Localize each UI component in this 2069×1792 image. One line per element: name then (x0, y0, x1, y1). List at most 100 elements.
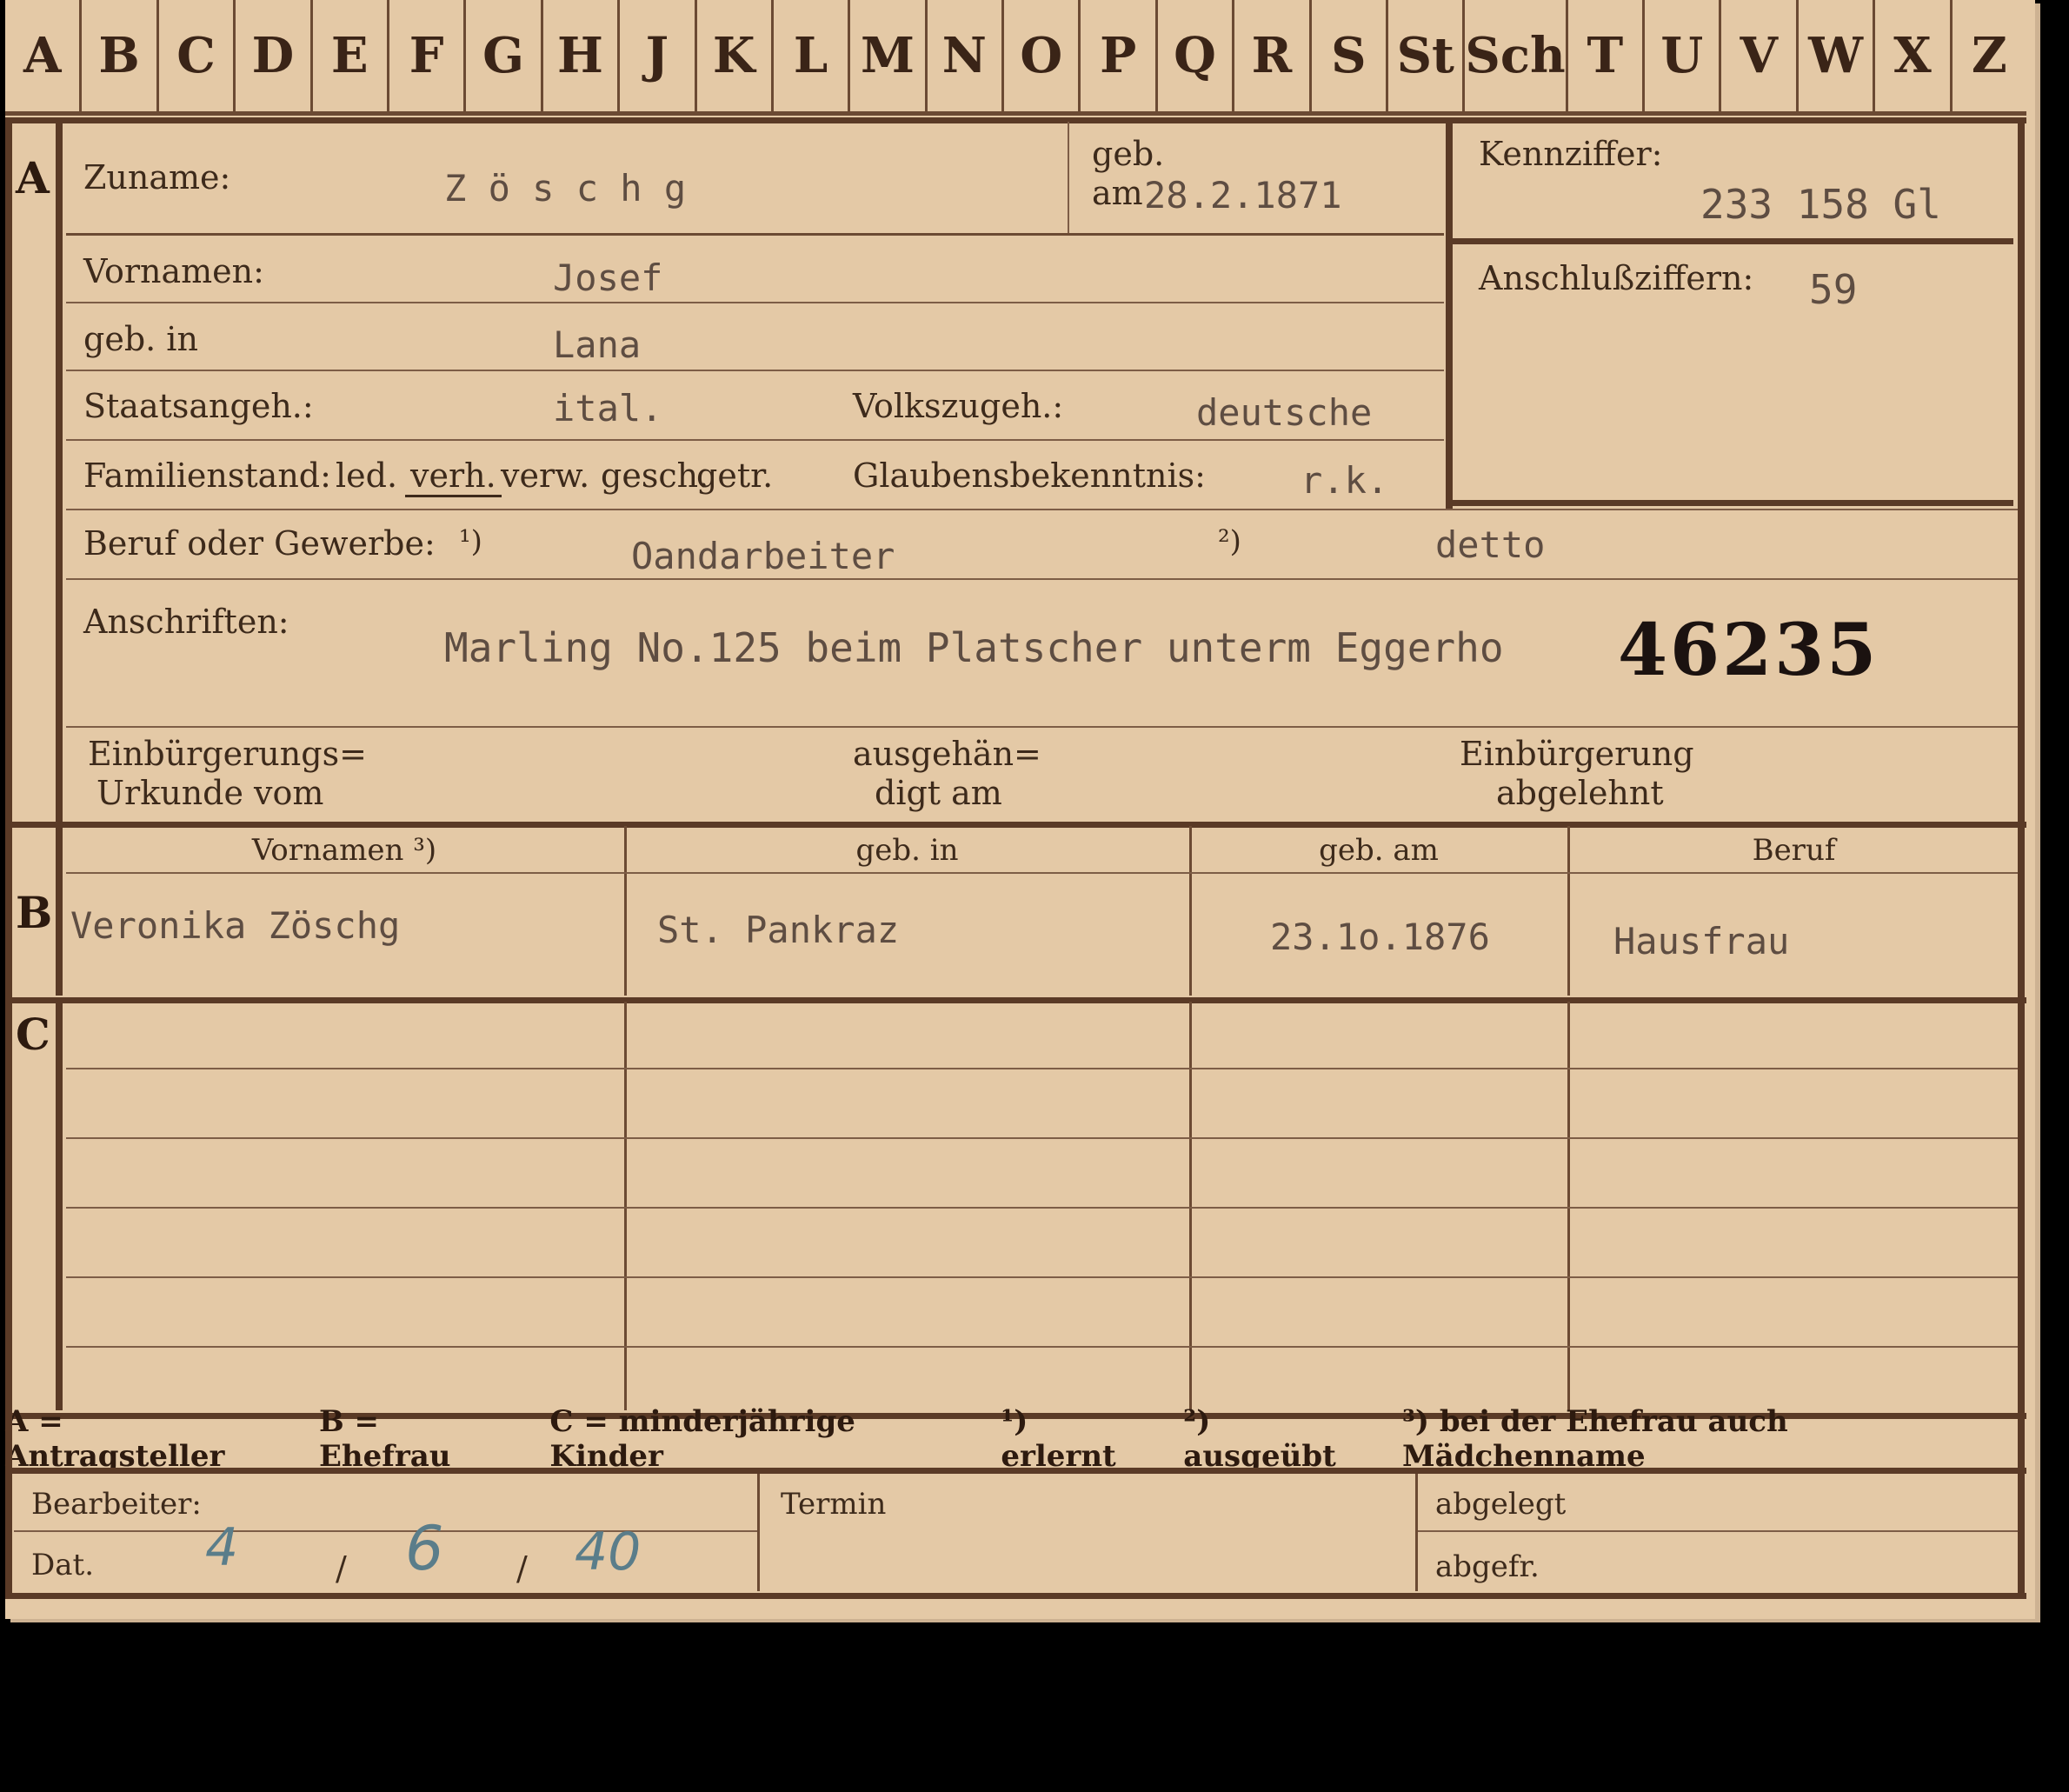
address-value: Marling No.125 beim Platscher unterm Egg… (444, 624, 1504, 671)
tab-d[interactable]: D (236, 0, 313, 111)
tab-f[interactable]: F (389, 0, 467, 111)
first-names-value: Josef (553, 256, 663, 299)
tab-sch[interactable]: Sch (1465, 0, 1568, 111)
spouse-occupation-value: Hausfrau (1613, 920, 1790, 963)
id-box-left-rule (1446, 122, 1453, 509)
section-c-top-rule (5, 997, 2026, 1003)
marital-option-widowed: verw. (501, 456, 590, 495)
tab-z[interactable]: Z (1953, 0, 2026, 111)
handwritten-year: 40 (575, 1522, 642, 1582)
tab-k[interactable]: K (697, 0, 774, 111)
marital-option-single: led. (336, 456, 398, 495)
section-letter-column-rule (56, 122, 63, 822)
legend-note-3: ³) bei der Ehefrau auch Mädchenname (1402, 1404, 1788, 1474)
id-box-bottom-rule (1448, 500, 2013, 506)
legend-b: B = Ehefrau (318, 1404, 451, 1474)
clerk-label: Bearbeiter: (31, 1487, 202, 1522)
spouse-first-names-value: Veronika Zöschg (70, 904, 401, 947)
ethnicity-label: Volkszugeh.: (853, 387, 1064, 425)
footer-rule (14, 1530, 757, 1532)
connection-label: Anschlußziffern: (1479, 259, 1754, 297)
children-row-rule (66, 1276, 2018, 1278)
tab-j[interactable]: J (620, 0, 697, 111)
religion-value: r.k. (1301, 459, 1389, 502)
tab-u[interactable]: U (1645, 0, 1722, 111)
footer-rule (1418, 1530, 2022, 1532)
date-separator: / (516, 1549, 528, 1588)
row-rule (66, 233, 1444, 236)
tab-s[interactable]: S (1312, 0, 1389, 111)
card-left-rule (5, 117, 12, 1595)
children-row-rule (66, 1137, 2018, 1139)
tab-g[interactable]: G (466, 0, 543, 111)
spouse-header-first-names: Vornamen ³) (251, 833, 437, 868)
handed-over-label-1: ausgehän= (853, 735, 1041, 773)
registration-card: A B C D E F G H J K L M N O P Q R S St S… (5, 0, 2035, 1619)
naturalization-label-1: Einbürgerungs= (88, 735, 367, 773)
card-bottom-rule (5, 1593, 2026, 1599)
legend-note-2: ²) ausgeübt (1183, 1404, 1336, 1474)
citizenship-value: ital. (553, 387, 663, 430)
tab-r[interactable]: R (1234, 0, 1312, 111)
tab-t[interactable]: T (1568, 0, 1646, 111)
ethnicity-value: deutsche (1196, 391, 1373, 434)
occupation-note-learned: ¹) (459, 524, 482, 559)
filed-label: abgelegt (1435, 1487, 1567, 1522)
religion-label: Glaubensbekenntnis: (853, 456, 1206, 495)
alphabet-tab-row: A B C D E F G H J K L M N O P Q R S St S… (5, 0, 2026, 116)
tab-l[interactable]: L (774, 0, 851, 111)
birthplace-label: geb. in (83, 320, 198, 358)
legend-a: A = Antragsteller (5, 1404, 225, 1474)
footer-col-rule (1415, 1474, 1418, 1591)
section-letter-b: B (16, 887, 53, 938)
tab-c[interactable]: C (159, 0, 236, 111)
marital-option-separated: getr. (696, 456, 774, 495)
spouse-header-rule (66, 872, 2018, 874)
children-col-rule (1189, 1002, 1192, 1410)
deadline-label: Termin (781, 1487, 887, 1522)
section-b-letter-rule (56, 826, 63, 996)
row-rule (66, 578, 2018, 580)
tab-q[interactable]: Q (1158, 0, 1235, 111)
first-names-label: Vornamen: (83, 252, 264, 290)
tab-st[interactable]: St (1388, 0, 1466, 111)
naturalization-refused-label-1: Einbürgerung (1460, 735, 1694, 773)
tab-n[interactable]: N (928, 0, 1005, 111)
legend-c: C = minderjährige Kinder (549, 1404, 855, 1474)
handed-over-label-2: digt am (875, 774, 1002, 812)
birthdate-value: 28.2.1871 (1144, 174, 1342, 217)
children-row-rule (66, 1207, 2018, 1209)
handwritten-month: 6 (405, 1513, 444, 1584)
retrieved-label: abgefr. (1435, 1549, 1540, 1584)
tab-e[interactable]: E (313, 0, 389, 111)
birthdate-label-bottom: am (1092, 174, 1143, 212)
children-col-rule (1567, 1002, 1570, 1410)
marital-option-married-underlined: verh. (405, 456, 502, 497)
surname-label: Zuname: (83, 158, 231, 197)
marital-option-divorced: gesch. (601, 456, 709, 495)
tab-b[interactable]: B (82, 0, 159, 111)
tab-v[interactable]: V (1721, 0, 1799, 111)
birthdate-label-top: geb. (1092, 135, 1165, 173)
row-rule (66, 370, 1444, 371)
stamped-number: 46235 (1618, 609, 1879, 692)
tab-x[interactable]: X (1875, 0, 1953, 111)
row-rule (66, 509, 2018, 510)
row-rule (66, 302, 1444, 303)
id-box-middle-rule (1448, 238, 2013, 244)
birthplace-value: Lana (553, 323, 642, 366)
citizenship-label: Staatsangeh.: (83, 387, 314, 425)
tab-w[interactable]: W (1799, 0, 1876, 111)
tab-h[interactable]: H (543, 0, 621, 111)
tab-a[interactable]: A (5, 0, 83, 111)
tab-m[interactable]: M (850, 0, 928, 111)
footer-col-rule (757, 1474, 760, 1591)
naturalization-label-2: Urkunde vom (96, 774, 324, 812)
tab-p[interactable]: P (1081, 0, 1158, 111)
handwritten-day: 4 (205, 1517, 239, 1578)
section-c-letter-rule (56, 1002, 63, 1410)
spouse-header-birthdate: geb. am (1319, 833, 1439, 868)
spouse-birthdate-value: 23.1o.1876 (1270, 916, 1490, 958)
code-value: 233 158 Gl (1700, 181, 1941, 228)
tab-o[interactable]: O (1004, 0, 1081, 111)
